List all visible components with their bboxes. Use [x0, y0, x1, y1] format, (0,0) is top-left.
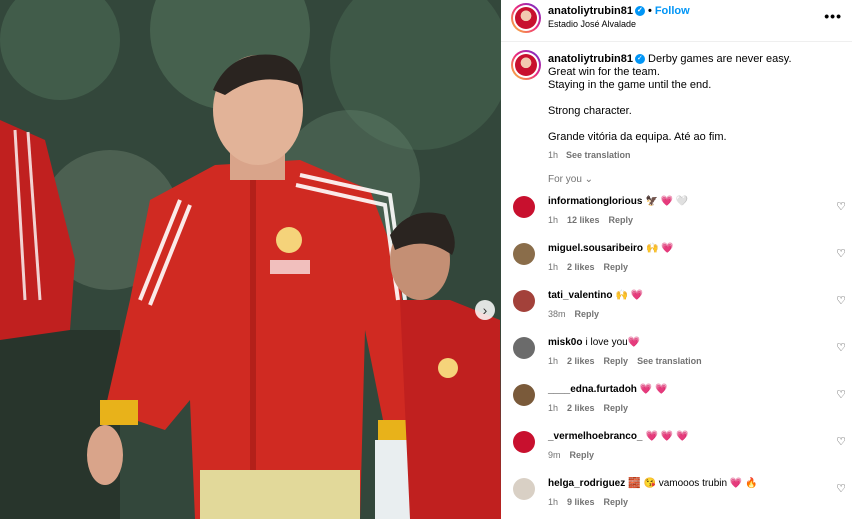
- comment-time[interactable]: 1h: [548, 403, 558, 413]
- comment-avatar[interactable]: [513, 431, 535, 453]
- comment-meta: 1h 9 likes Reply: [548, 497, 637, 507]
- post-side-panel: anatoliytrubin81 ✓ • Follow Estadio José Al…: [501, 0, 852, 519]
- comment-avatar[interactable]: [513, 243, 535, 265]
- reply-button[interactable]: Reply: [604, 403, 629, 413]
- comment-avatar[interactable]: [513, 196, 535, 218]
- comment-text: 🦅 💗 🤍: [645, 196, 689, 207]
- header-user-line: anatoliytrubin81 ✓ • Follow: [548, 5, 690, 17]
- location-link[interactable]: Estadio José Alvalade: [548, 19, 636, 29]
- chevron-right-icon: ›: [482, 301, 488, 318]
- like-heart-icon[interactable]: ♡: [836, 482, 846, 495]
- comment-username[interactable]: tati_valentino: [548, 290, 612, 301]
- like-heart-icon[interactable]: ♡: [836, 294, 846, 307]
- post-photo[interactable]: ›: [0, 0, 501, 519]
- caption-meta: 1h See translation: [548, 149, 838, 162]
- reply-button[interactable]: Reply: [570, 450, 595, 460]
- caption-text: Derby games are never easy. Great win fo…: [548, 53, 792, 143]
- caption-username[interactable]: anatoliytrubin81: [548, 53, 633, 65]
- like-heart-icon[interactable]: ♡: [836, 435, 846, 448]
- comment-likes[interactable]: 2 likes: [567, 356, 595, 366]
- post-caption: anatoliytrubin81 ✓ Derby games are never …: [548, 53, 838, 162]
- caption-avatar[interactable]: [511, 50, 541, 80]
- comment-time[interactable]: 1h: [548, 215, 558, 225]
- see-translation-link[interactable]: See translation: [566, 150, 631, 160]
- photo-illustration: [0, 0, 501, 519]
- comment-item: miguel.sousaribeiro 🙌 💗 1h 2 likes Reply ♡: [501, 243, 852, 283]
- comment-meta: 1h 12 likes Reply: [548, 215, 642, 225]
- comment-time[interactable]: 9m: [548, 450, 561, 460]
- comment-avatar[interactable]: [513, 478, 535, 500]
- comment-likes[interactable]: 2 likes: [567, 403, 595, 413]
- comment-time[interactable]: 1h: [548, 497, 558, 507]
- comment-likes[interactable]: 9 likes: [567, 497, 595, 507]
- next-photo-button[interactable]: ›: [475, 300, 495, 320]
- verified-badge-icon: ✓: [634, 54, 645, 65]
- comment-username[interactable]: _vermelhoebranco_: [548, 431, 643, 442]
- comment-meta: 38m Reply: [548, 309, 608, 319]
- reply-button[interactable]: Reply: [604, 356, 629, 366]
- verified-badge-icon: ✓: [634, 6, 645, 17]
- comment-text: 💗 💗 💗: [645, 431, 689, 442]
- comment-item: helga_rodriguez 🧱 😘 vamooos trubin 💗 🔥 1h 9…: [501, 478, 852, 518]
- comment-username[interactable]: misk0o: [548, 337, 582, 348]
- comment-body: tati_valentino 🙌 💗: [548, 290, 643, 302]
- see-translation-link[interactable]: See translation: [637, 356, 702, 366]
- comment-body: _vermelhoebranco_ 💗 💗 💗: [548, 431, 688, 443]
- comment-text: 🙌 💗: [646, 243, 674, 254]
- comment-meta: 1h 2 likes Reply: [548, 403, 637, 413]
- comment-body: ____edna.furtadoh 💗 💗: [548, 384, 668, 396]
- comment-text: 🧱 😘 vamooos trubin 💗 🔥: [628, 478, 758, 489]
- comment-item: _vermelhoebranco_ 💗 💗 💗 9m Reply ♡: [501, 431, 852, 471]
- like-heart-icon[interactable]: ♡: [836, 247, 846, 260]
- comment-likes[interactable]: 2 likes: [567, 262, 595, 272]
- comment-item: informationglorious 🦅 💗 🤍 1h 12 likes Reply ♡: [501, 196, 852, 236]
- comment-avatar[interactable]: [513, 384, 535, 406]
- like-heart-icon[interactable]: ♡: [836, 341, 846, 354]
- comment-avatar[interactable]: [513, 290, 535, 312]
- reply-button[interactable]: Reply: [575, 309, 600, 319]
- comment-item: tati_valentino 🙌 💗 38m Reply ♡: [501, 290, 852, 330]
- comment-meta: 1h 2 likes Reply: [548, 262, 637, 272]
- comment-body: helga_rodriguez 🧱 😘 vamooos trubin 💗 🔥: [548, 478, 758, 490]
- comment-username[interactable]: informationglorious: [548, 196, 642, 207]
- like-heart-icon[interactable]: ♡: [836, 388, 846, 401]
- comment-time[interactable]: 1h: [548, 356, 558, 366]
- comment-text: 🙌 💗: [615, 290, 644, 301]
- comment-item: misk0o i love you💗 1h 2 likes Reply See trans…: [501, 337, 852, 377]
- comment-text: 💗 💗: [639, 384, 668, 395]
- author-username[interactable]: anatoliytrubin81: [548, 5, 633, 17]
- more-options-icon[interactable]: •••: [824, 8, 842, 24]
- caption-time[interactable]: 1h: [548, 150, 558, 160]
- follow-button[interactable]: Follow: [655, 5, 690, 17]
- author-avatar[interactable]: [511, 3, 541, 33]
- reply-button[interactable]: Reply: [609, 215, 634, 225]
- instagram-post-viewer: › anatoliytrubin81 ✓ • Follow Estadio José …: [0, 0, 852, 519]
- reply-button[interactable]: Reply: [604, 497, 629, 507]
- comment-body: informationglorious 🦅 💗 🤍: [548, 196, 688, 208]
- comment-username[interactable]: ____edna.furtadoh: [548, 384, 637, 395]
- comment-meta: 1h 2 likes Reply See translation: [548, 356, 711, 366]
- post-header: anatoliytrubin81 ✓ • Follow Estadio José Al…: [501, 0, 852, 42]
- comment-meta: 9m Reply: [548, 450, 603, 460]
- comment-body: misk0o i love you💗: [548, 337, 640, 349]
- comment-username[interactable]: helga_rodriguez: [548, 478, 625, 489]
- comment-likes[interactable]: 12 likes: [567, 215, 600, 225]
- comment-avatar[interactable]: [513, 337, 535, 359]
- comment-time[interactable]: 38m: [548, 309, 566, 319]
- comment-item: ____edna.furtadoh 💗 💗 1h 2 likes Reply ♡: [501, 384, 852, 424]
- comment-text: i love you💗: [585, 337, 641, 348]
- reply-button[interactable]: Reply: [604, 262, 629, 272]
- dot-separator: •: [647, 5, 652, 17]
- comment-filter-dropdown[interactable]: For you ⌄: [548, 174, 593, 185]
- comment-username[interactable]: miguel.sousaribeiro: [548, 243, 643, 254]
- comment-body: miguel.sousaribeiro 🙌 💗: [548, 243, 674, 255]
- like-heart-icon[interactable]: ♡: [836, 200, 846, 213]
- comment-time[interactable]: 1h: [548, 262, 558, 272]
